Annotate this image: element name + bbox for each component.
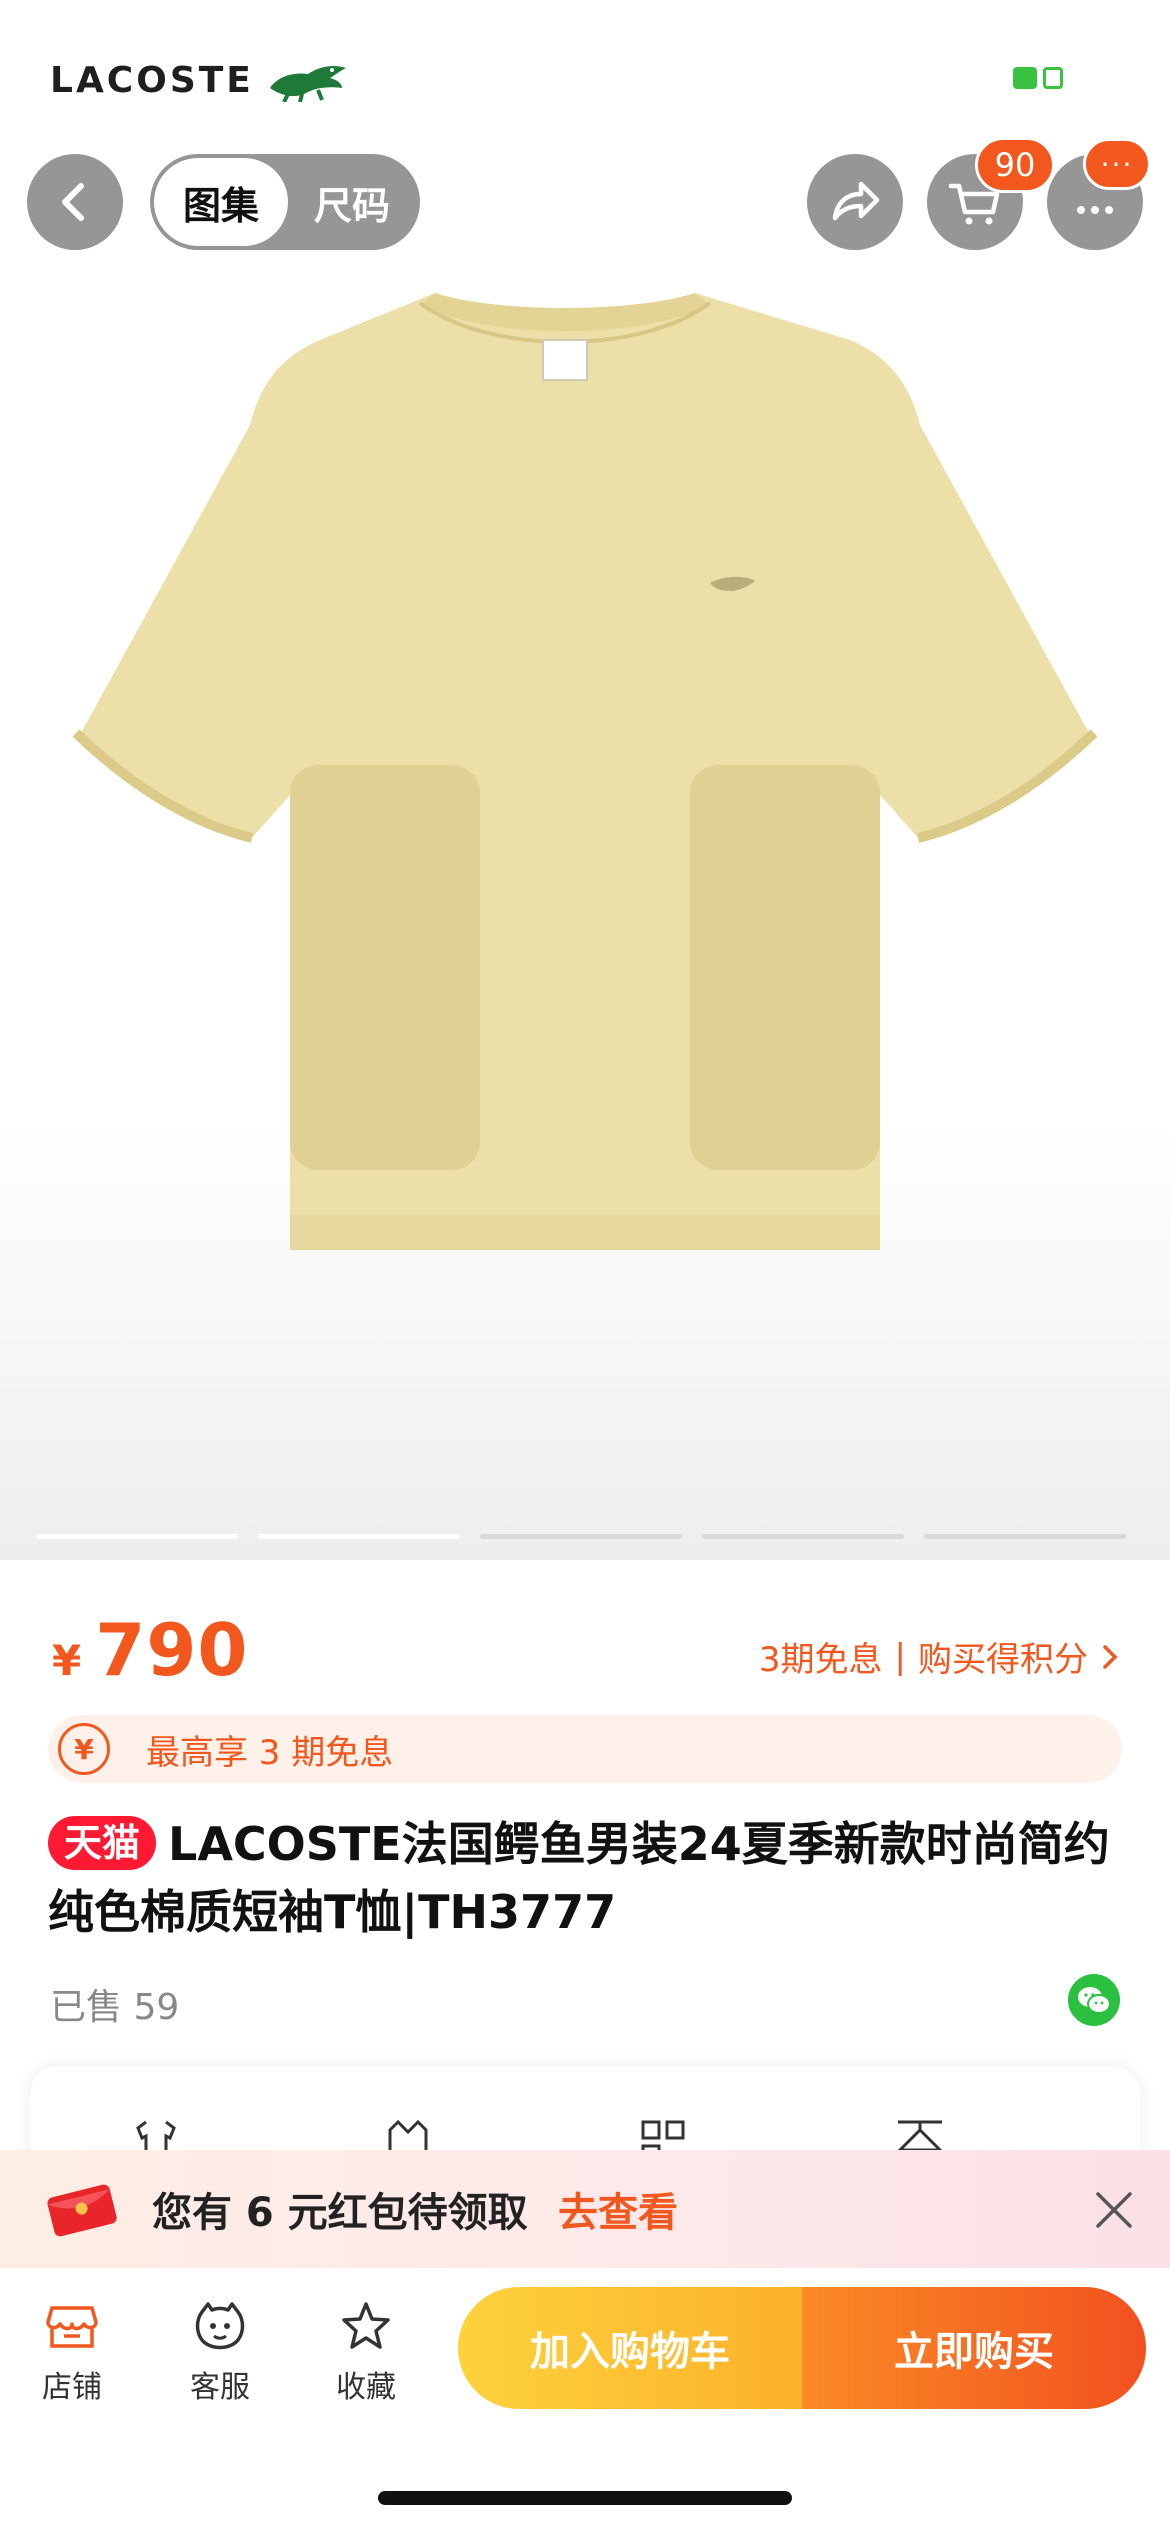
page-dot (702, 1534, 904, 1539)
add-to-cart-button[interactable]: 加入购物车 (458, 2287, 802, 2409)
product-tshirt-image[interactable] (40, 285, 1130, 1275)
promo-text: 最高享 3 期免息 (146, 1732, 394, 1773)
price-value: 790 (95, 1608, 249, 1692)
tab-customer-service-label: 客服 (190, 2370, 250, 2405)
sold-value: 59 (133, 1987, 180, 2028)
tab-store[interactable]: 店铺 (12, 2298, 132, 2406)
share-icon (832, 181, 880, 221)
wechat-icon (1078, 1987, 1111, 2014)
red-packet-text: 您有 6 元红包待领取 (152, 2190, 528, 2236)
brand-name: LACOSTE (50, 59, 254, 101)
red-packet-icon (47, 2184, 117, 2237)
yen-coin-icon: ¥ (58, 1723, 110, 1775)
product-title-text: LACOSTE法国鳄鱼男装24夏季新款时尚简约纯色棉质短袖T恤|TH3777 (48, 1817, 1110, 1939)
tab-size[interactable]: 尺码 (288, 158, 416, 246)
page-dot (480, 1534, 682, 1539)
tab-store-label: 店铺 (42, 2370, 102, 2405)
tab-favorite[interactable]: 收藏 (306, 2298, 426, 2406)
page-dot (258, 1534, 460, 1539)
buy-now-button[interactable]: 立即购买 (802, 2287, 1146, 2409)
tab-favorite-label: 收藏 (336, 2370, 396, 2405)
crocodile-logo-icon (269, 66, 346, 102)
installment-promo-banner[interactable]: ¥ 最高享 3 期免息 (48, 1715, 1122, 1783)
red-packet-banner[interactable]: 您有 6 元红包待领取 去查看 (0, 2150, 1170, 2268)
chevron-left-icon (62, 183, 84, 221)
home-indicator[interactable] (378, 2491, 792, 2505)
separator: | (894, 1636, 906, 1677)
chevron-right-icon (1103, 1644, 1118, 1669)
battery-icon (1013, 64, 1067, 92)
tab-gallery[interactable]: 图集 (154, 158, 288, 246)
red-packet-view-link[interactable]: 去查看 (558, 2180, 678, 2238)
page-dot (36, 1534, 238, 1539)
star-icon (342, 2302, 390, 2349)
gallery-size-toggle: 图集 尺码 (150, 154, 420, 250)
gallery-page-indicator (36, 1534, 1126, 1539)
wechat-share-button[interactable] (1068, 1974, 1120, 2026)
sold-count: 已售 59 (50, 1978, 179, 2030)
share-button[interactable] (807, 154, 903, 250)
tab-customer-service[interactable]: 客服 (160, 2298, 280, 2406)
close-icon[interactable] (1094, 2190, 1134, 2230)
tmall-badge: 天猫 (48, 1816, 157, 1870)
product-title: 天猫 LACOSTE法国鳄鱼男装24夏季新款时尚简约纯色棉质短袖T恤|TH3777 (48, 1810, 1128, 1946)
cart-count-badge: 90 (975, 137, 1055, 193)
sold-label: 已售 (50, 1987, 123, 2028)
store-icon (46, 2306, 98, 2348)
page-dot (924, 1534, 1126, 1539)
price: ¥ 790 (52, 1608, 249, 1692)
brand-logo: LACOSTE (50, 58, 348, 102)
installment-points-link[interactable]: 3期免息 | 购买得积分 (759, 1632, 1120, 1681)
customer-service-icon (195, 2302, 245, 2350)
points-label: 购买得积分 (918, 1640, 1088, 1680)
message-badge: ··· (1083, 138, 1151, 190)
product-gallery[interactable]: LACOSTE 图集 尺码 90 ··· (0, 0, 1170, 1560)
currency-symbol: ¥ (52, 1636, 82, 1685)
installment-label: 3期免息 (758, 1640, 883, 1680)
back-button[interactable] (27, 154, 123, 250)
